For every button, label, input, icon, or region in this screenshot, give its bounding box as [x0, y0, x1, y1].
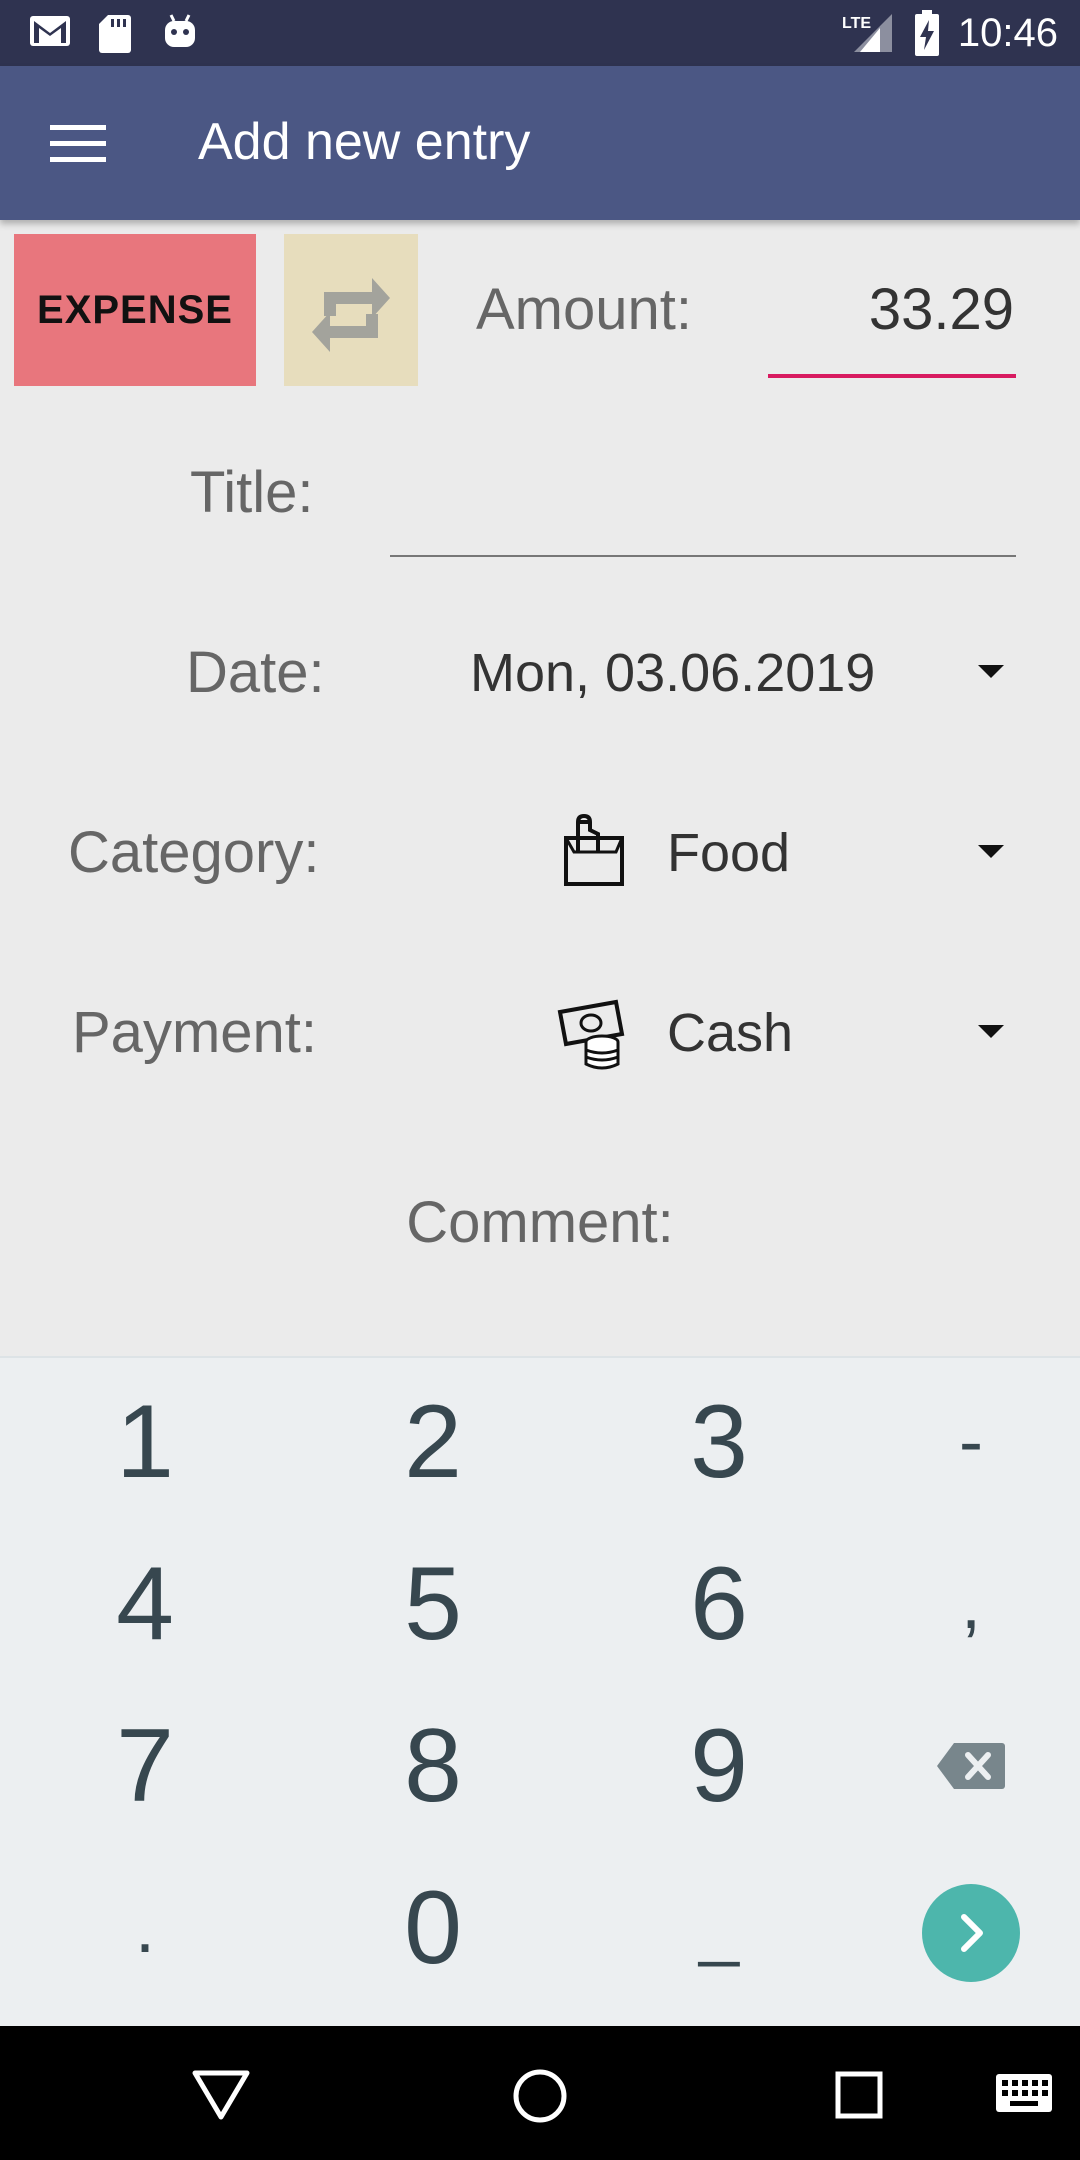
- payment-label: Payment:: [72, 1000, 317, 1065]
- key-5[interactable]: 5: [298, 1522, 568, 1686]
- amount-input-underline: [768, 374, 1016, 378]
- key-7[interactable]: 7: [10, 1684, 280, 1848]
- grocery-bag-icon: [564, 813, 624, 886]
- hamburger-menu-icon[interactable]: [36, 111, 116, 175]
- category-label: Category:: [68, 820, 320, 885]
- comment-label: Comment:: [406, 1190, 674, 1255]
- title-input-underline: [390, 555, 1016, 557]
- key-dot[interactable]: .: [10, 1846, 280, 2010]
- amount-input[interactable]: 33.29: [869, 275, 1014, 345]
- key-1[interactable]: 1: [10, 1360, 280, 1524]
- key-0[interactable]: 0: [298, 1846, 568, 2010]
- gmail-icon: [30, 16, 70, 46]
- payment-dropdown[interactable]: Cash: [667, 998, 793, 1068]
- swap-type-button[interactable]: [284, 234, 418, 386]
- date-dropdown-arrow-icon[interactable]: [978, 665, 1004, 678]
- key-minus[interactable]: -: [836, 1360, 1080, 1524]
- chevron-right-icon: [961, 1914, 983, 1952]
- key-3[interactable]: 3: [584, 1360, 854, 1524]
- backspace-icon: [937, 1743, 1005, 1789]
- keyboard-icon[interactable]: [994, 2072, 1054, 2114]
- category-dropdown-arrow-icon[interactable]: [978, 845, 1004, 858]
- android-icon: [165, 14, 195, 47]
- lte-signal-icon: LTE: [842, 14, 892, 52]
- key-backspace[interactable]: [836, 1684, 1080, 1848]
- key-4[interactable]: 4: [10, 1522, 280, 1686]
- title-label: Title:: [190, 460, 314, 525]
- swap-arrows-icon: [312, 278, 390, 352]
- key-6[interactable]: 6: [584, 1522, 854, 1686]
- key-8[interactable]: 8: [298, 1684, 568, 1848]
- go-next-button[interactable]: [922, 1884, 1020, 1982]
- cash-coins-icon: [557, 999, 625, 1070]
- back-triangle-icon[interactable]: [190, 2068, 252, 2122]
- amount-label: Amount:: [476, 277, 692, 342]
- key-9[interactable]: 9: [584, 1684, 854, 1848]
- key-2[interactable]: 2: [298, 1360, 568, 1524]
- title-input[interactable]: [390, 468, 1016, 548]
- app-toolbar: Add new entry: [0, 66, 1080, 220]
- date-label: Date:: [186, 640, 325, 705]
- battery-charging-icon: [915, 10, 939, 56]
- category-dropdown[interactable]: Food: [667, 818, 790, 888]
- sd-card-icon: [99, 15, 131, 53]
- expense-type-button[interactable]: EXPENSE: [14, 234, 256, 386]
- status-time: 10:46: [957, 11, 1058, 55]
- network-label: LTE: [842, 15, 871, 32]
- page-title: Add new entry: [198, 113, 531, 171]
- system-nav-bar: [0, 2026, 1080, 2160]
- key-comma[interactable]: ,: [836, 1522, 1080, 1686]
- status-bar: LTE 10:46: [0, 0, 1080, 66]
- key-space[interactable]: _: [584, 1846, 854, 2010]
- payment-dropdown-arrow-icon[interactable]: [978, 1025, 1004, 1038]
- home-circle-icon[interactable]: [510, 2066, 570, 2126]
- recents-square-icon[interactable]: [834, 2070, 884, 2120]
- date-dropdown[interactable]: Mon, 03.06.2019: [470, 638, 875, 708]
